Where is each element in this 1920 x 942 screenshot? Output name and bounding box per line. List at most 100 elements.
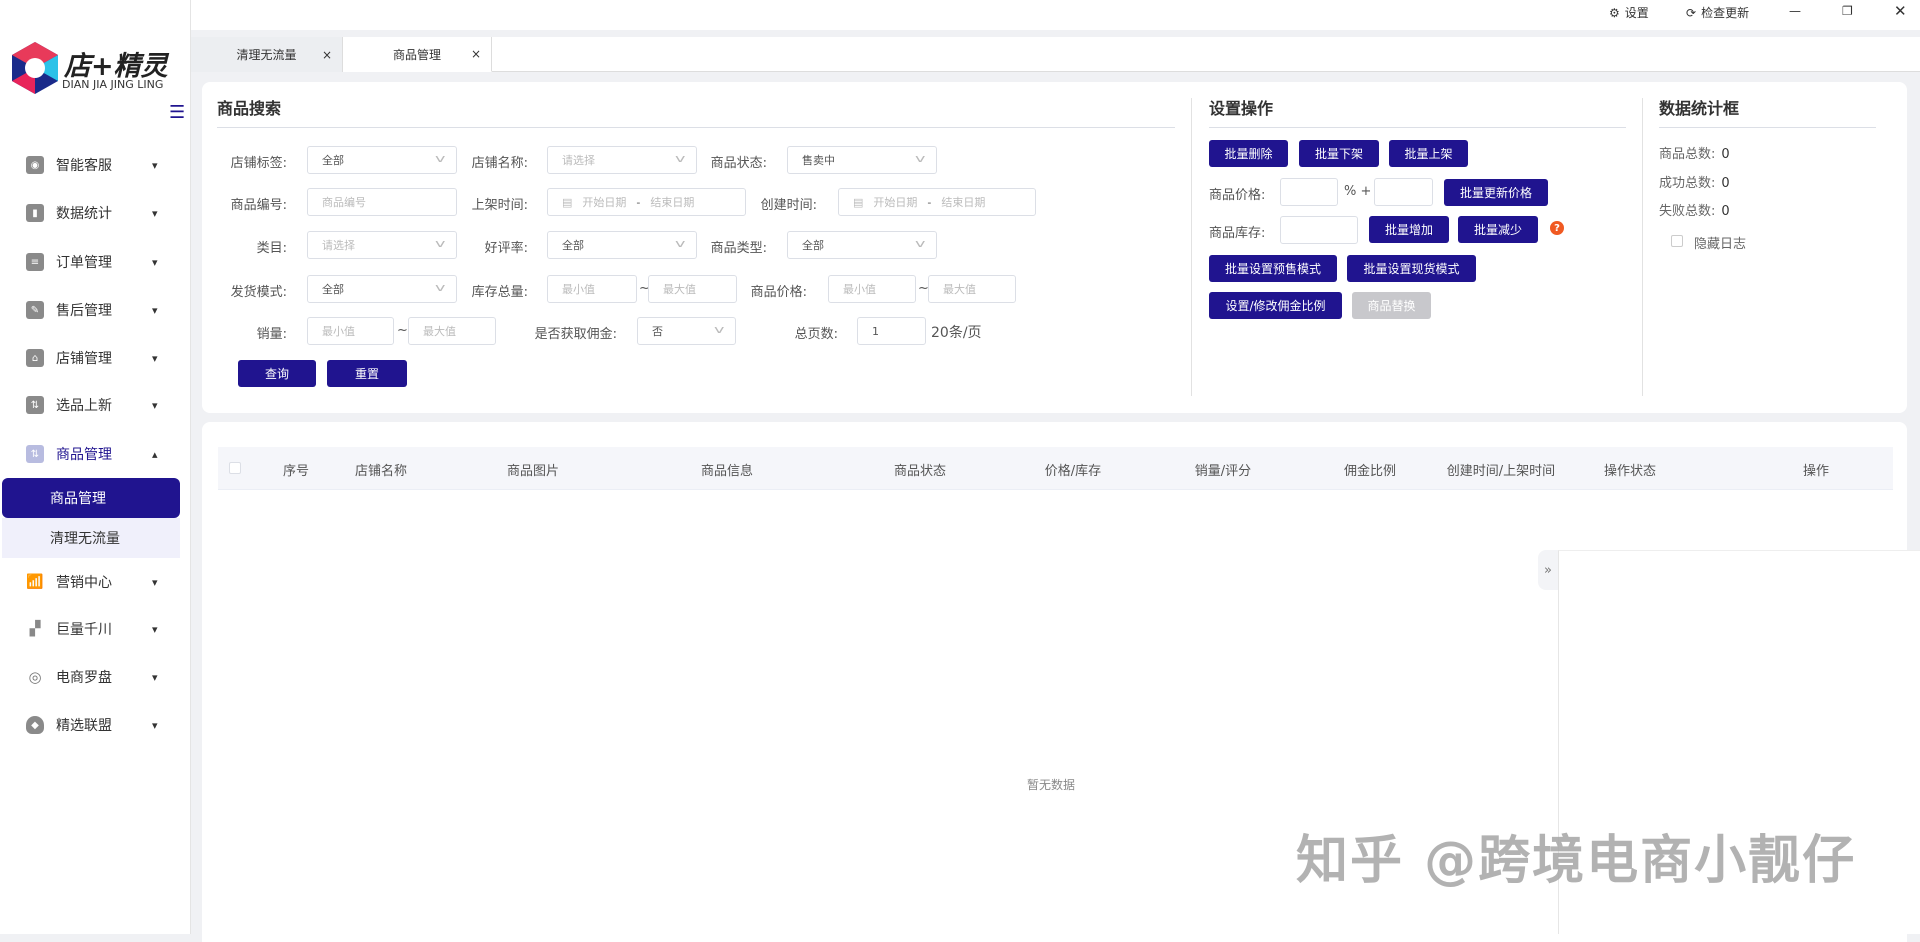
price-label: 商品价格: (750, 285, 807, 300)
minimize-button[interactable]: — (1789, 4, 1801, 18)
sidebar-item-alliance[interactable]: ◆ 精选联盟 ▾ (0, 707, 191, 743)
tab-clear-no-traffic[interactable]: 清理无流量 × (191, 37, 343, 72)
sidebar-item-product-management[interactable]: ⇅ 商品管理 ▴ (0, 436, 191, 472)
start-date: 开始日期 (873, 196, 918, 209)
select-all-checkbox[interactable] (229, 462, 241, 474)
refresh-icon: ⟳ (1686, 5, 1697, 20)
column-header: 序号 (282, 464, 310, 479)
created-time-range[interactable]: ▤ 开始日期 - 结束日期 (838, 188, 1036, 216)
commission-select[interactable]: 否v (637, 317, 736, 345)
submenu-product-management[interactable]: 商品管理 (2, 478, 180, 518)
batch-list-button[interactable]: 批量上架 (1389, 140, 1468, 167)
select-placeholder: 请选择 (562, 154, 595, 167)
search-section-title: 商品搜索 (217, 99, 282, 118)
price-add-input[interactable] (1374, 178, 1433, 206)
batch-decrease-button[interactable]: 批量减少 (1458, 216, 1538, 243)
shop-name-select[interactable]: 请选择 v (547, 146, 697, 174)
sidebar-item-marketing[interactable]: 📶 营销中心 ▾ (0, 564, 191, 600)
batch-update-price-button[interactable]: 批量更新价格 (1444, 179, 1548, 206)
tab-product-management[interactable]: 商品管理 × (343, 37, 492, 72)
gear-icon: ⚙ (1609, 5, 1620, 20)
price-percent-input[interactable] (1280, 178, 1338, 206)
end-date: 结束日期 (650, 196, 695, 209)
clipboard-icon: ≡ (26, 253, 44, 271)
chevron-down-icon: ▾ (152, 622, 158, 636)
check-update-button[interactable]: ⟳ 检查更新 (1686, 4, 1749, 21)
ship-mode-select[interactable]: 全部 v (307, 275, 457, 303)
stock-min-input[interactable]: 最小值 (547, 275, 637, 303)
success-count: 成功总数: 0 (1659, 172, 1730, 191)
product-replace-button[interactable]: 商品替换 (1352, 292, 1431, 319)
rating-select[interactable]: 全部 v (547, 231, 697, 259)
batch-presale-button[interactable]: 批量设置预售模式 (1209, 255, 1337, 282)
column-header: 商品图片 (506, 464, 560, 479)
divider (1642, 98, 1643, 396)
shop-tag-select[interactable]: 全部 v (307, 146, 457, 174)
column-header: 商品状态 (893, 464, 947, 479)
submenu-clear-no-traffic[interactable]: 清理无流量 (2, 518, 180, 558)
chevron-down-icon: ▾ (152, 351, 158, 365)
help-icon[interactable]: ? (1550, 221, 1564, 235)
stat-label: 失败总数: (1659, 204, 1716, 219)
stats-section-title: 数据统计框 (1659, 99, 1740, 118)
sidebar-item-qianchuan[interactable]: ▞ 巨量千川 ▾ (0, 611, 191, 647)
menu-label: 订单管理 (56, 255, 112, 271)
select-value: 全部 (322, 154, 344, 167)
dash: - (927, 195, 932, 209)
menu-label: 巨量千川 (56, 622, 112, 638)
sidebar-item-product-selection[interactable]: ⇅ 选品上新 ▾ (0, 387, 191, 423)
menu-label: 电商罗盘 (56, 670, 112, 686)
chevron-down-icon: ▾ (152, 206, 158, 220)
restore-button[interactable]: ❐ (1842, 4, 1853, 18)
close-icon[interactable]: × (322, 48, 332, 62)
end-date: 结束日期 (941, 196, 986, 209)
shield-icon: ◆ (26, 716, 44, 734)
select-value: 全部 (562, 239, 584, 252)
product-no-input[interactable]: 商品编号 (307, 188, 457, 216)
collapse-sidebar-icon[interactable]: ☰ (169, 102, 185, 123)
divider (1209, 127, 1626, 128)
column-header: 商品信息 (700, 464, 754, 479)
settings-button[interactable]: ⚙ 设置 (1609, 4, 1649, 21)
sidebar-item-after-sales[interactable]: ✎ 售后管理 ▾ (0, 292, 191, 328)
sales-label: 销量: (256, 327, 287, 342)
price-min-input[interactable]: 最小值 (828, 275, 916, 303)
stat-label: 商品总数: (1659, 147, 1716, 162)
sidebar-item-stores[interactable]: ⌂ 店铺管理 ▾ (0, 340, 191, 376)
status-select[interactable]: 售卖中 v (787, 146, 937, 174)
select-placeholder: 请选择 (322, 239, 355, 252)
total-count: 商品总数: 0 (1659, 143, 1730, 162)
sidebar-item-orders[interactable]: ≡ 订单管理 ▾ (0, 244, 191, 280)
close-button[interactable]: ✕ (1894, 2, 1907, 20)
stock-max-input[interactable]: 最大值 (648, 275, 737, 303)
price-max-input[interactable]: 最大值 (928, 275, 1016, 303)
batch-delist-button[interactable]: 批量下架 (1299, 140, 1379, 167)
rating-label: 好评率: (484, 241, 528, 256)
page-size-label: 20条/页 (931, 325, 982, 341)
close-icon[interactable]: × (471, 47, 481, 61)
select-value: 否 (652, 325, 663, 338)
type-select[interactable]: 全部 v (787, 231, 937, 259)
menu-label: 售后管理 (56, 303, 112, 319)
batch-increase-button[interactable]: 批量增加 (1369, 216, 1449, 243)
hide-log-checkbox[interactable] (1671, 235, 1683, 247)
sales-max-input[interactable]: 最大值 (408, 317, 496, 345)
sales-min-input[interactable]: 最小值 (307, 317, 394, 345)
batch-spot-button[interactable]: 批量设置现货模式 (1347, 255, 1476, 282)
start-date: 开始日期 (582, 196, 627, 209)
set-commission-button[interactable]: 设置/修改佣金比例 (1209, 292, 1342, 319)
menu-label: 店铺管理 (56, 351, 112, 367)
reset-button[interactable]: 重置 (327, 360, 407, 387)
sidebar-item-smart-service[interactable]: ◉ 智能客服 ▾ (0, 147, 191, 183)
sidebar-item-compass[interactable]: ◎ 电商罗盘 ▾ (0, 659, 191, 695)
pages-input[interactable]: 1 (857, 317, 926, 345)
sidebar-item-data-stats[interactable]: ▮ 数据统计 ▾ (0, 195, 191, 231)
category-select[interactable]: 请选择 v (307, 231, 457, 259)
compass-icon: ◎ (28, 668, 42, 686)
query-button[interactable]: 查询 (238, 360, 316, 387)
listed-time-range[interactable]: ▤ 开始日期 - 结束日期 (547, 188, 746, 216)
column-header: 创建时间/上架时间 (1446, 464, 1556, 479)
batch-delete-button[interactable]: 批量删除 (1209, 140, 1288, 167)
expand-drawer-icon[interactable]: » (1538, 550, 1558, 590)
stock-amount-input[interactable] (1280, 216, 1358, 244)
